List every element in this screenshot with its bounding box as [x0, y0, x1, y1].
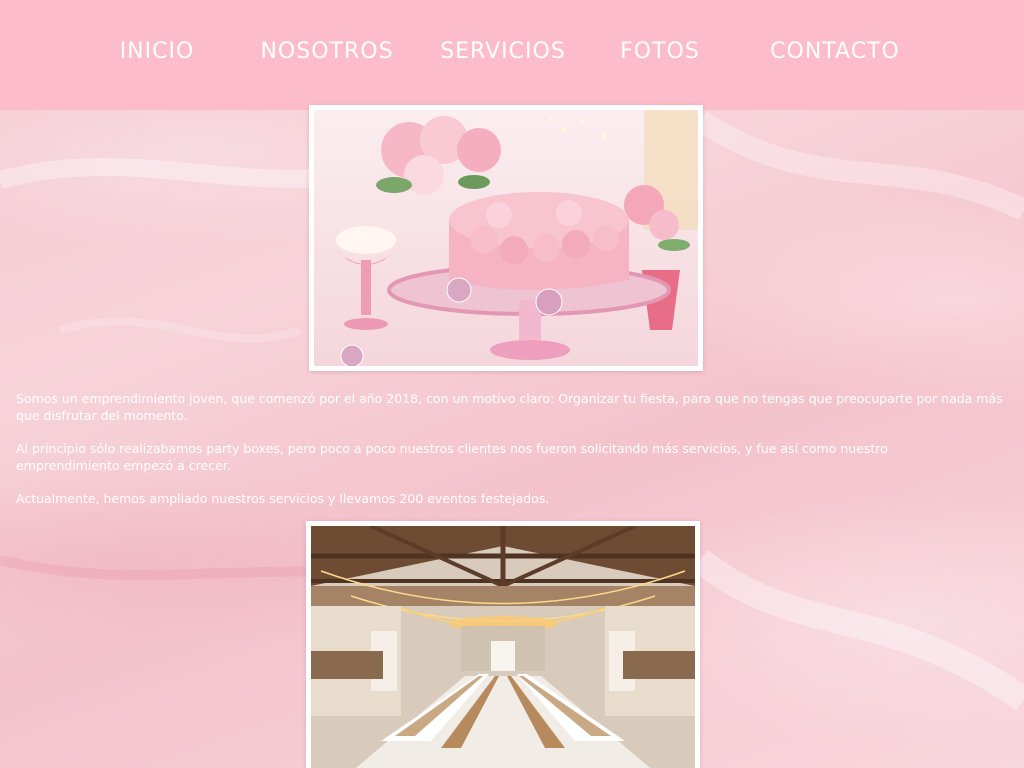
about-section: Somos un emprendimiento joven, que comen… [16, 390, 1016, 523]
nav-link-nosotros[interactable]: NOSOTROS [255, 36, 399, 68]
event-hall-photo [306, 521, 700, 768]
nav-link-contacto[interactable]: CONTACTO [757, 36, 913, 68]
cake-photo [309, 105, 703, 371]
event-hall-image [311, 526, 695, 768]
cake-image [314, 110, 698, 366]
about-paragraph-3: Actualmente, hemos ampliado nuestros ser… [16, 491, 550, 506]
nav-link-servicios[interactable]: SERVICIOS [432, 36, 574, 68]
nav-link-inicio[interactable]: INICIO [107, 36, 207, 68]
about-paragraph-2: Al principio sólo realizabamos party box… [16, 441, 888, 473]
top-navbar: INICIO NOSOTROS SERVICIOS FOTOS CONTACTO [0, 0, 1024, 110]
nav-link-fotos[interactable]: FOTOS [611, 36, 709, 68]
about-paragraph-1: Somos un emprendimiento joven, que comen… [16, 391, 1003, 423]
